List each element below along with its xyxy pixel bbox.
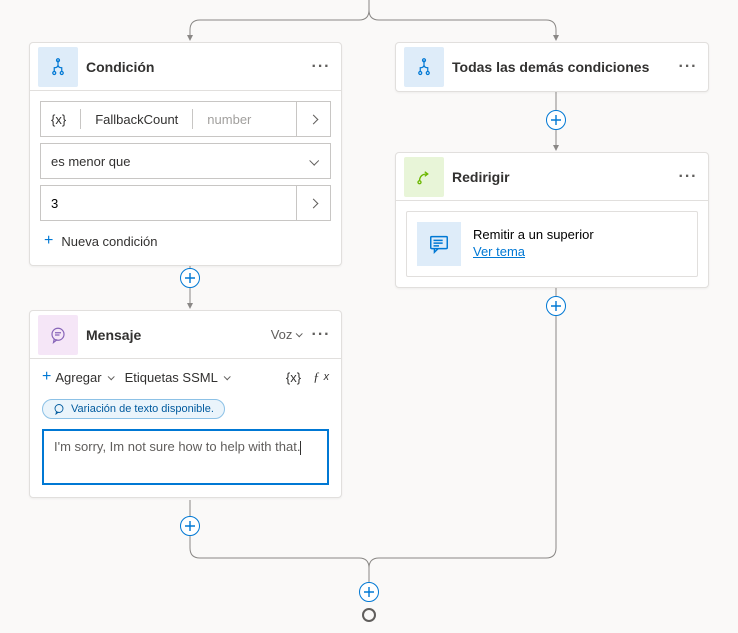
add-node-button[interactable] [180,268,200,288]
ssml-dropdown[interactable]: Etiquetas SSML [125,370,229,385]
message-text-input[interactable]: I'm sorry, Im not sure how to help with … [42,429,329,485]
condition-card[interactable]: Condición ··· {x} FallbackCount number e… [29,42,342,266]
chat-icon [417,222,461,266]
add-condition-button[interactable]: + Nueva condición [40,227,331,255]
add-node-button[interactable] [546,296,566,316]
value-chevron-icon[interactable] [296,186,330,220]
condition-header: Condición ··· [30,43,341,91]
condition-title: Condición [86,59,309,75]
add-node-button[interactable] [359,582,379,602]
message-toolbar: + Agregar Etiquetas SSML {x} ƒx [30,359,341,395]
end-node [362,608,376,622]
redirect-card[interactable]: Redirigir ··· Remitir a un superior Ver … [395,152,709,288]
plus-icon: + [44,233,53,249]
condition-operator-row[interactable]: es menor que [40,143,331,179]
escalate-label: Remitir a un superior [473,227,594,242]
condition-body: {x} FallbackCount number es menor que + … [30,91,341,265]
variable-type: number [207,112,251,127]
condition-value-input[interactable] [41,186,296,220]
message-icon [38,315,78,355]
text-variation-chip[interactable]: Variación de texto disponible. [42,399,225,419]
redirect-title: Redirigir [452,169,676,185]
operator-chevron-icon [296,158,330,165]
branch-icon [38,47,78,87]
variable-chevron-icon[interactable] [296,102,330,136]
chevron-down-icon [223,373,230,380]
condition-more-button[interactable]: ··· [309,55,333,79]
redirect-icon [404,157,444,197]
escalate-link[interactable]: Ver tema [473,244,525,259]
message-header: Mensaje Voz ··· [30,311,341,359]
add-button[interactable]: + Agregar [42,369,113,385]
chat-bubble-icon [53,403,65,415]
variable-token-icon: {x} [51,112,66,127]
message-card[interactable]: Mensaje Voz ··· + Agregar Etiquetas SSML… [29,310,342,498]
add-node-button[interactable] [546,110,566,130]
message-more-button[interactable]: ··· [309,323,333,347]
other-conditions-more-button[interactable]: ··· [676,55,700,79]
branch-icon [404,47,444,87]
other-conditions-card[interactable]: Todas las demás condiciones ··· [395,42,709,92]
other-conditions-title: Todas las demás condiciones [452,59,676,75]
plus-icon: + [42,369,51,385]
condition-variable-row[interactable]: {x} FallbackCount number [40,101,331,137]
add-node-button[interactable] [180,516,200,536]
other-conditions-header: Todas las demás condiciones ··· [396,43,708,91]
add-condition-label: Nueva condición [61,234,157,249]
insert-formula-button[interactable]: ƒx [313,369,329,385]
condition-value-row[interactable] [40,185,331,221]
chevron-down-icon [107,373,114,380]
message-mode-dropdown[interactable]: Voz [271,327,301,342]
escalate-row[interactable]: Remitir a un superior Ver tema [406,211,698,277]
variable-name: FallbackCount [95,112,178,127]
message-title: Mensaje [86,327,271,343]
operator-value: es menor que [41,154,296,169]
redirect-more-button[interactable]: ··· [676,165,700,189]
redirect-header: Redirigir ··· [396,153,708,201]
insert-variable-button[interactable]: {x} [286,370,301,385]
